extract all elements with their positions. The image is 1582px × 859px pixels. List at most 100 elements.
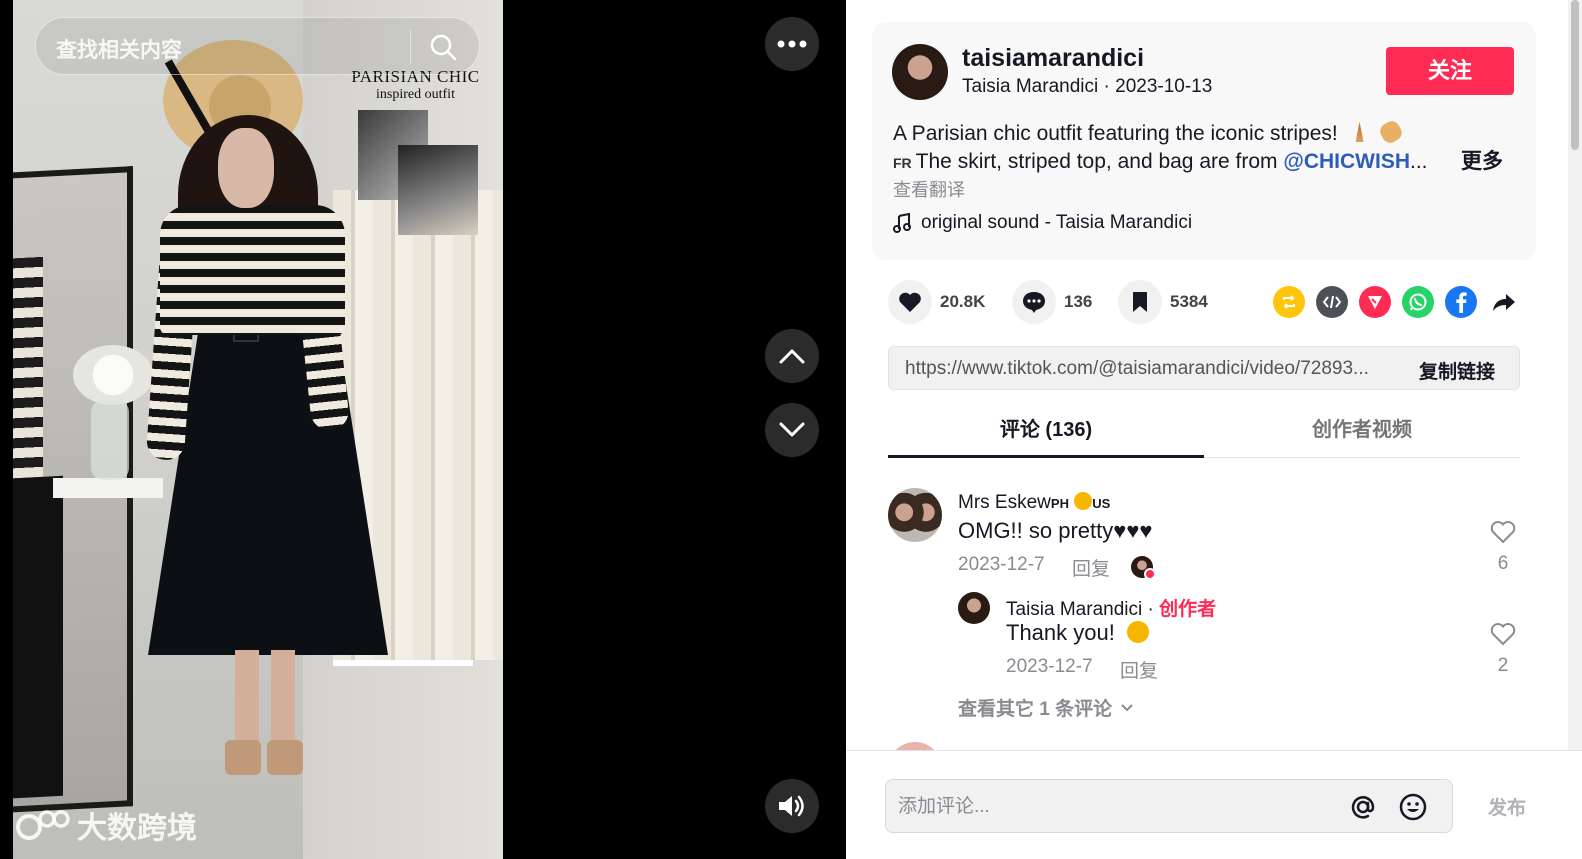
author-nickname: Taisia Marandici xyxy=(962,76,1099,97)
smiling-hearts-emoji-icon xyxy=(1074,492,1093,510)
repost-icon xyxy=(1283,295,1295,309)
send-icon xyxy=(1368,296,1382,309)
tab-bar: 评论 (136) 创作者视频 xyxy=(888,408,1520,458)
embed-icon xyxy=(1322,295,1342,309)
black-heart-emoji-icon: ♥♥♥ xyxy=(1113,518,1153,543)
video-person-top xyxy=(160,205,345,335)
search-bar[interactable]: 查找相关内容 xyxy=(35,17,480,75)
more-options-button[interactable] xyxy=(765,17,819,71)
heart-outline-icon xyxy=(1490,521,1516,544)
comment-input-box[interactable] xyxy=(885,779,1453,833)
video-person-face xyxy=(218,128,274,208)
save-count: 5384 xyxy=(1170,292,1208,311)
music-note-icon xyxy=(893,213,911,233)
mention-link[interactable]: @CHICWISH xyxy=(1283,150,1410,173)
music-label: original sound - Taisia Marandici xyxy=(921,212,1193,233)
reply-date: 2023-12-7 xyxy=(1006,656,1093,677)
commenter-avatar[interactable] xyxy=(888,488,942,542)
comment-like-count: 6 xyxy=(1497,553,1509,574)
repost-button[interactable] xyxy=(1273,286,1305,318)
more-icon xyxy=(777,40,807,48)
comment-like-button[interactable]: 6 xyxy=(1488,520,1518,575)
video-url[interactable]: https://www.tiktok.com/@taisiamarandici/… xyxy=(905,358,1395,380)
copy-link-button[interactable]: 复制链接 xyxy=(1419,357,1495,384)
comment-input[interactable] xyxy=(898,792,1318,822)
search-placeholder[interactable]: 查找相关内容 xyxy=(56,34,182,64)
watermark-text: 大数跨境 xyxy=(77,812,197,845)
watermark-logo-icon xyxy=(16,810,70,840)
video-link-box: https://www.tiktok.com/@taisiamarandici/… xyxy=(888,346,1520,390)
post-date: 2023-10-13 xyxy=(1115,76,1213,97)
comment-date: 2023-12-7 xyxy=(958,554,1045,575)
embed-button[interactable] xyxy=(1316,286,1348,318)
facebook-icon xyxy=(1456,292,1467,313)
video-overlay-collage xyxy=(358,110,478,235)
watermark: 大数跨境 xyxy=(13,800,197,850)
video-info-card: taisiamarandici Taisia Marandici · 2023-… xyxy=(872,22,1536,260)
video-description: A Parisian chic outfit featuring the ico… xyxy=(893,118,1523,177)
chevron-down-icon xyxy=(1121,703,1133,711)
tab-comments[interactable]: 评论 (136) xyxy=(888,408,1204,458)
heart-icon xyxy=(899,292,921,312)
smiling-hearts-emoji-icon xyxy=(1126,621,1149,643)
language-tag: FR xyxy=(893,155,912,171)
chevron-up-icon xyxy=(779,349,805,364)
volume-button[interactable] xyxy=(765,779,819,833)
reply-button[interactable]: 回复 xyxy=(1072,554,1110,581)
reply-reply-button[interactable]: 回复 xyxy=(1120,656,1158,683)
bookmark-icon xyxy=(1133,292,1147,312)
post-comment-button[interactable]: 发布 xyxy=(1488,793,1526,820)
heart-outline-icon xyxy=(1490,623,1516,646)
overlay-title-line2: inspired outfit xyxy=(376,86,455,102)
send-to-friends-button[interactable] xyxy=(1359,286,1391,318)
search-icon[interactable] xyxy=(429,33,457,61)
tiktok-video-page: PARISIAN CHIC inspired outfit 查找相关内容 大数跨… xyxy=(0,0,1582,859)
whatsapp-icon xyxy=(1409,293,1427,311)
description-line1: A Parisian chic outfit featuring the ico… xyxy=(893,122,1338,145)
author-avatar[interactable] xyxy=(892,44,948,100)
reply-like-button[interactable]: 2 xyxy=(1488,622,1518,677)
next-commenter-avatar[interactable] xyxy=(888,742,942,750)
like-count: 20.8K xyxy=(940,292,986,311)
reply-author-avatar[interactable] xyxy=(958,592,990,624)
comment-list: Mrs EskewPH US OMG!! so pretty♥♥♥ 2023-1… xyxy=(846,470,1568,750)
video-pane: PARISIAN CHIC inspired outfit 查找相关内容 大数跨… xyxy=(0,0,846,859)
mention-icon[interactable] xyxy=(1348,792,1378,822)
region-badge-us: US xyxy=(1092,496,1111,511)
action-bar: 20.8K 136 5384 xyxy=(888,280,1528,326)
follow-button[interactable]: 关注 xyxy=(1386,47,1514,95)
facebook-share-button[interactable] xyxy=(1445,286,1477,318)
comment-composer: 发布 xyxy=(846,750,1582,859)
video-player[interactable]: PARISIAN CHIC inspired outfit xyxy=(13,0,503,859)
baguette-emoji-icon xyxy=(1377,118,1406,146)
more-share-button[interactable] xyxy=(1488,286,1520,318)
author-subline: Taisia Marandici · 2023-10-13 xyxy=(962,76,1213,97)
comment-action[interactable]: 136 xyxy=(1012,280,1092,324)
volume-icon xyxy=(779,795,804,817)
view-more-replies-button[interactable]: 查看其它 1 条评论 xyxy=(958,694,1134,721)
share-arrow-icon xyxy=(1493,294,1515,311)
comment-count: 136 xyxy=(1064,292,1093,311)
music-link[interactable]: original sound - Taisia Marandici xyxy=(893,212,1192,234)
region-badge: PH xyxy=(1050,496,1069,511)
next-video-button[interactable] xyxy=(765,403,819,457)
creator-badge: 创作者 xyxy=(1159,599,1217,620)
save-action[interactable]: 5384 xyxy=(1118,280,1208,324)
description-line2: The skirt, striped top, and bag are from xyxy=(915,150,1284,173)
author-username[interactable]: taisiamarandici xyxy=(962,44,1144,73)
like-action[interactable]: 20.8K xyxy=(888,280,985,324)
tab-creator-videos[interactable]: 创作者视频 xyxy=(1204,408,1520,458)
translate-button[interactable]: 查看翻译 xyxy=(893,176,965,202)
chevron-down-icon xyxy=(779,422,805,437)
comment-text: OMG!! so pretty♥♥♥ xyxy=(958,518,1153,543)
video-flowers xyxy=(73,345,153,405)
reply-author-name[interactable]: Taisia Marandici · 创作者 xyxy=(1006,594,1216,621)
details-panel: taisiamarandici Taisia Marandici · 2023-… xyxy=(846,0,1582,859)
scrollbar[interactable] xyxy=(1568,0,1582,750)
expand-description-button[interactable]: 更多 xyxy=(1461,148,1503,176)
commenter-name[interactable]: Mrs EskewPH US xyxy=(958,492,1110,514)
emoji-icon[interactable] xyxy=(1398,792,1428,822)
whatsapp-share-button[interactable] xyxy=(1402,286,1434,318)
reply-text: Thank you! xyxy=(1006,620,1149,646)
previous-video-button[interactable] xyxy=(765,329,819,383)
